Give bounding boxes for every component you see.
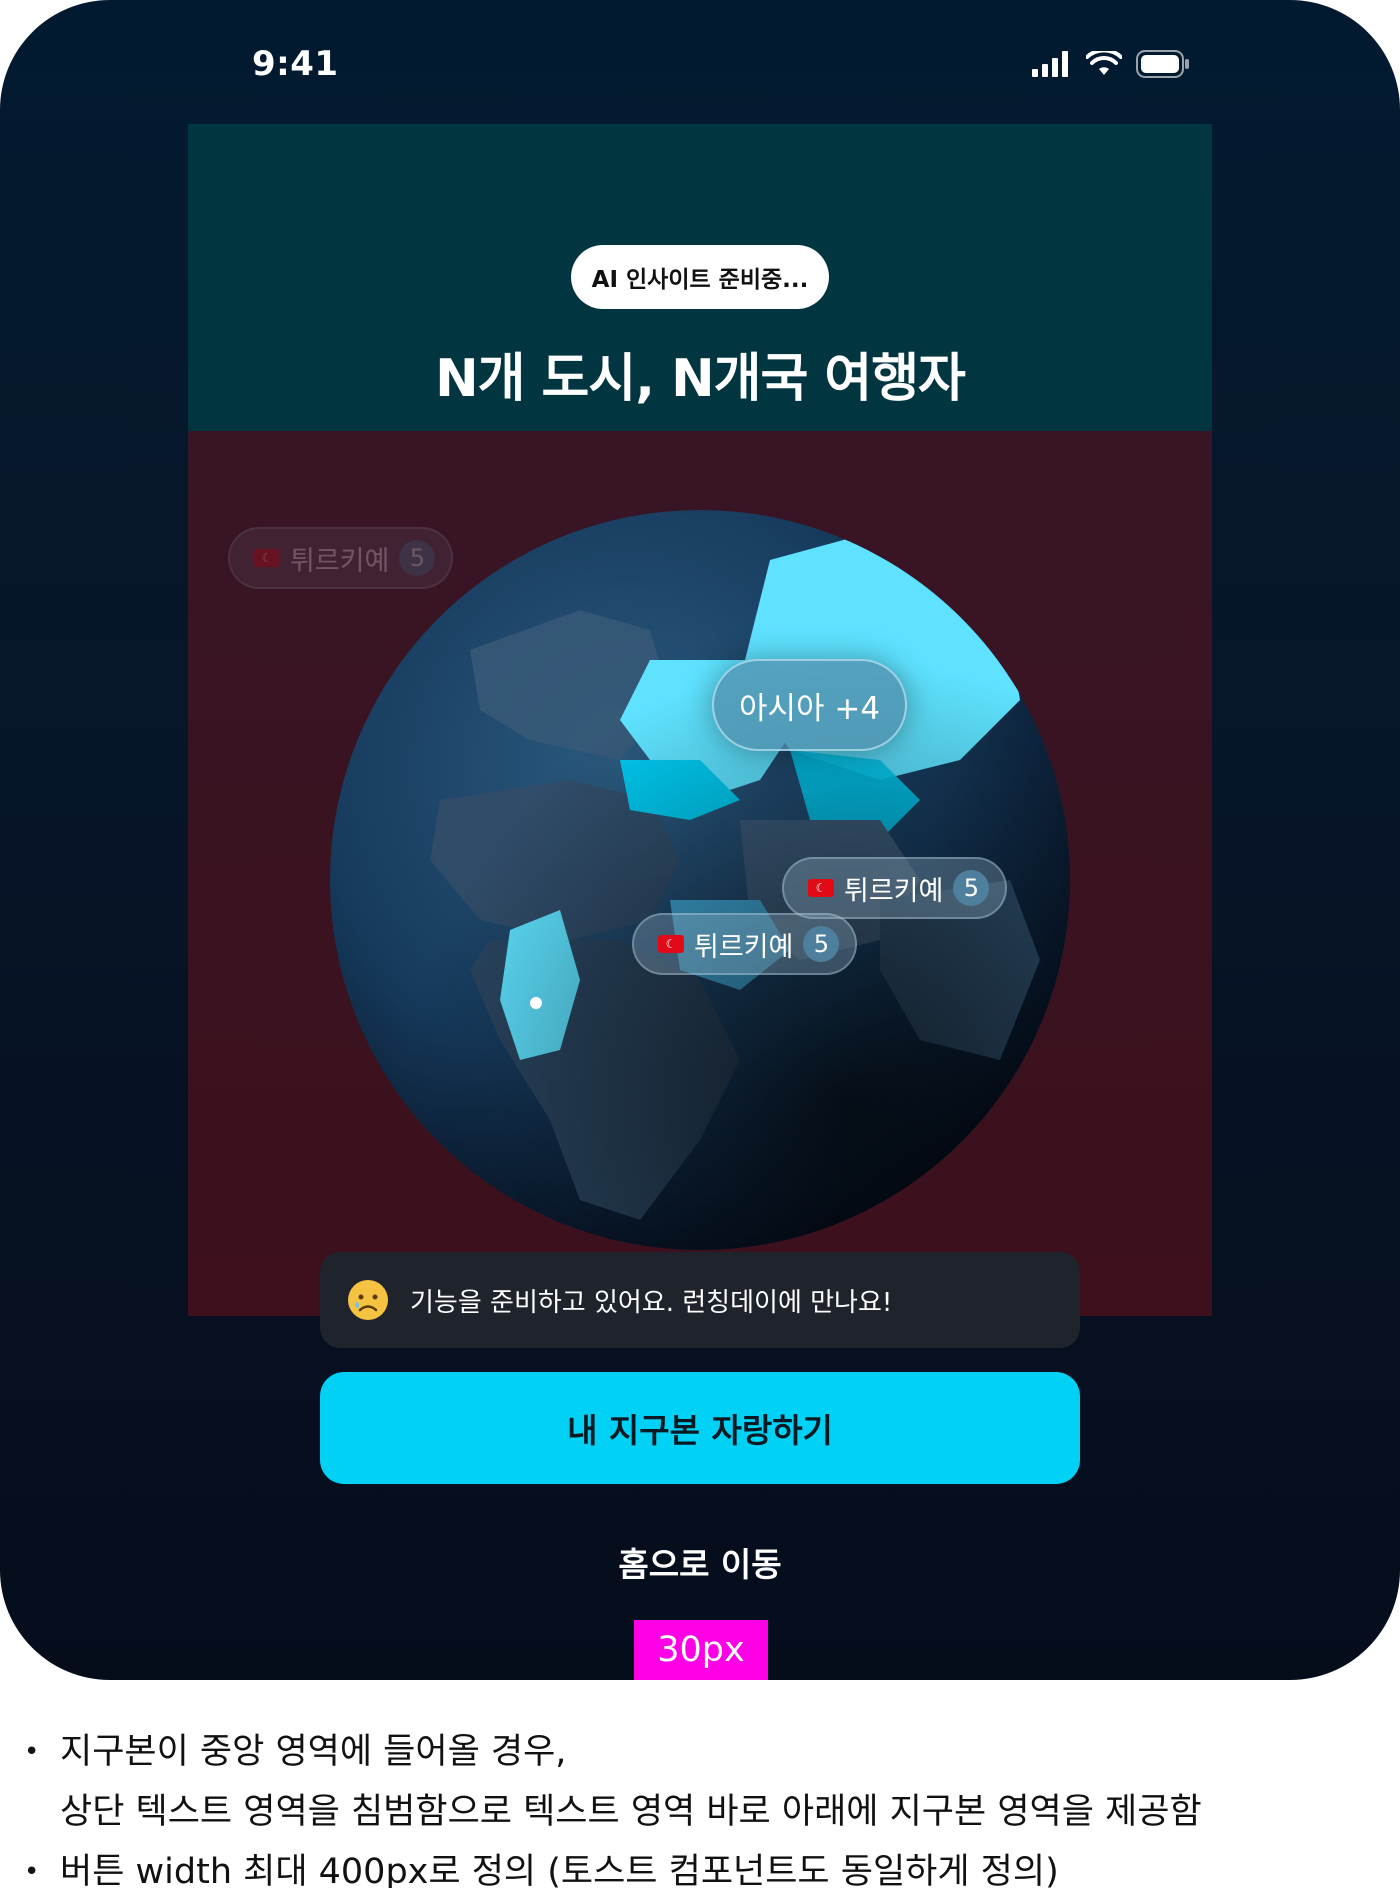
chip-count: 5 [399,540,436,576]
phone-frame: 9:41 AI 인사이트 준비중... N개 도시, N개국 여행자 ☾ 튀르키… [0,0,1400,1680]
wifi-icon [1086,51,1122,75]
bullet-icon: • [24,1737,40,1767]
status-bar: 9:41 [0,0,1400,130]
location-dot [530,997,542,1009]
chip-country: 튀르키예 [694,931,794,963]
note-text: 지구본이 중앙 영역에 들어올 경우, [60,1732,567,1772]
turkey-flag-icon: ☾ [658,935,684,953]
spec-notes: • 지구본이 중앙 영역에 들어올 경우, 상단 텍스트 영역을 침범함으로 텍… [24,1722,1202,1888]
note-text: 상단 텍스트 영역을 침범함으로 텍스트 영역 바로 아래에 지구본 영역을 제… [60,1792,1202,1832]
country-chip-faded: ☾ 튀르키예 5 [228,527,454,589]
share-globe-button[interactable]: 내 지구본 자랑하기 [320,1372,1080,1484]
note-item: • 버튼 width 최대 400px로 정의 (토스트 컴포넌트도 동일하게 … [24,1842,1202,1888]
toast: 기능을 준비하고 있어요. 런칭데이에 만나요! [320,1252,1080,1348]
turkey-flag-icon: ☾ [254,549,280,567]
battery-icon [1136,50,1189,78]
page-title: N개 도시, N개국 여행자 [435,349,966,409]
toast-message: 기능을 준비하고 있어요. 런칭데이에 만나요! [410,1287,893,1318]
status-time: 9:41 [252,44,339,84]
chip-country: 튀르키예 [844,875,944,907]
chip-country: 튀르키예 [290,545,390,577]
status-icons [1032,50,1190,78]
note-item: 상단 텍스트 영역을 침범함으로 텍스트 영역 바로 아래에 지구본 영역을 제… [24,1782,1202,1842]
country-chip[interactable]: ☾ 튀르키예 5 [632,913,858,975]
note-text: 버튼 width 최대 400px로 정의 (토스트 컴포넌트도 동일하게 정의… [60,1852,1059,1888]
spacing-annotation: 30px [634,1620,768,1680]
bullet-icon: • [24,1857,40,1887]
signal-icon [1032,51,1068,77]
turkey-flag-icon: ☾ [808,879,834,897]
sad-face-icon [348,1280,388,1320]
go-home-link[interactable]: 홈으로 이동 [0,1538,1400,1586]
country-chip[interactable]: ☾ 튀르키예 5 [782,857,1008,919]
chip-count: 5 [803,926,840,962]
ai-insight-badge: AI 인사이트 준비중... [571,245,829,309]
cluster-chip-asia[interactable]: 아시아 +4 [712,659,907,751]
chip-count: 5 [953,870,990,906]
note-item: • 지구본이 중앙 영역에 들어올 경우, [24,1722,1202,1782]
